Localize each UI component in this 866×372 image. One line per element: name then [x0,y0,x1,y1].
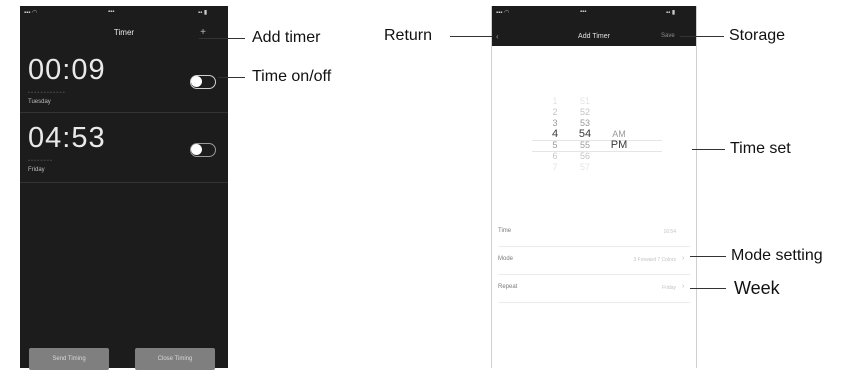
callout-time-onoff: Time on/off [252,68,332,85]
chevron-right-icon: › [682,255,685,262]
row-label: Time [498,228,512,234]
time-row[interactable]: Time 16:54 [492,222,696,242]
period-column[interactable]: AM PM [606,129,632,151]
timer-day: Tuesday [28,99,51,105]
timer-details: ▫ ▫ ▫ ▫ ▫ ▫ ▫ ▫ [28,158,52,164]
time-picker[interactable]: 1 2 3 4 5 6 7 51 52 53 54 55 56 57 AM PM [492,96,696,176]
minute-column[interactable]: 51 52 53 54 55 56 57 [572,96,598,173]
toggle-knob [191,76,202,87]
callout-storage: Storage [729,27,786,44]
callout-line [690,288,726,289]
row-value: Friday [662,285,676,291]
callout-time-set: Time set [730,140,791,157]
divider [20,182,228,183]
divider [498,274,690,275]
toggle-knob [191,144,202,155]
row-label: Repeat [498,284,518,290]
timer-item[interactable]: 04:53 ▫ ▫ ▫ ▫ ▫ ▫ ▫ ▫ Friday [20,122,228,182]
timer-time: 00:09 [28,54,106,86]
add-timer-screen: ▪▪▪ ◠ ▪▪▪ ▪▪ ▮ ‹ Add Timer Save 1 2 3 4 … [491,6,697,368]
row-value: 3 Forward 7 Colors [633,257,676,263]
battery-icon: ▪▪ ▮ [666,10,676,16]
battery-icon: ▪▪ ▮ [198,10,208,16]
signal-icon: ▪▪▪ ◠ [496,10,510,16]
callout-week: Week [734,278,780,298]
row-value: 16:54 [663,229,676,235]
minute-option: 56 [579,151,590,161]
minute-selected: 54 [578,128,592,140]
minute-option: 51 [579,96,590,106]
minute-option: 55 [579,140,590,150]
callout-line [690,256,726,257]
timer-toggle[interactable] [190,75,216,89]
callout-line [692,149,725,150]
callout-line [680,36,724,37]
hour-option: 2 [552,107,558,117]
period-selected: PM [610,139,628,151]
mode-row[interactable]: Mode 3 Forward 7 Colors › [492,250,696,270]
divider [498,302,690,303]
callout-return: Return [384,27,433,44]
minute-option: 57 [579,162,590,172]
status-bar: ▪▪▪ ◠ ▪▪▪ ▪▪ ▮ [20,6,228,20]
hour-selected: 4 [551,128,559,140]
timer-time: 04:53 [28,122,106,154]
divider [20,112,228,113]
callout-add-timer: Add timer [252,29,321,46]
timer-details: ▫ ▫ ▫ ▫ ▫ ▫ ▫ ▫ ▫ ▫ ▫ ▫ [28,90,65,96]
divider [498,246,690,247]
timer-list-screen: ▪▪▪ ◠ ▪▪▪ ▪▪ ▮ Timer + 00:09 ▫ ▫ ▫ ▫ ▫ ▫… [20,6,228,370]
timer-item[interactable]: 00:09 ▫ ▫ ▫ ▫ ▫ ▫ ▫ ▫ ▫ ▫ ▫ ▫ Tuesday [20,54,228,114]
timer-day: Friday [28,167,45,173]
minute-option: 52 [579,107,590,117]
hour-option: 5 [552,140,558,150]
hour-option: 7 [552,162,558,172]
send-timing-button[interactable]: Send Timing [29,348,109,370]
chevron-right-icon: › [682,283,685,290]
clock-icon: ▪▪▪ [108,9,115,15]
row-label: Mode [498,256,514,262]
close-timing-button[interactable]: Close Timing [135,348,215,370]
signal-icon: ▪▪▪ ◠ [24,10,38,16]
callout-line [199,38,245,39]
callout-mode-setting: Mode setting [731,247,823,264]
save-button[interactable]: Save [661,33,675,39]
hour-column[interactable]: 1 2 3 4 5 6 7 [544,96,566,173]
hour-option: 1 [552,96,558,106]
timer-toggle[interactable] [190,143,216,157]
callout-line [218,77,245,78]
nav-header: ▪▪▪ ◠ ▪▪▪ ▪▪ ▮ ‹ Add Timer Save [492,6,696,46]
status-bar: ▪▪▪ ◠ ▪▪▪ ▪▪ ▮ [492,6,696,20]
callout-line [450,36,492,37]
clock-icon: ▪▪▪ [580,9,587,15]
repeat-row[interactable]: Repeat Friday › [492,278,696,298]
hour-option: 6 [552,151,558,161]
